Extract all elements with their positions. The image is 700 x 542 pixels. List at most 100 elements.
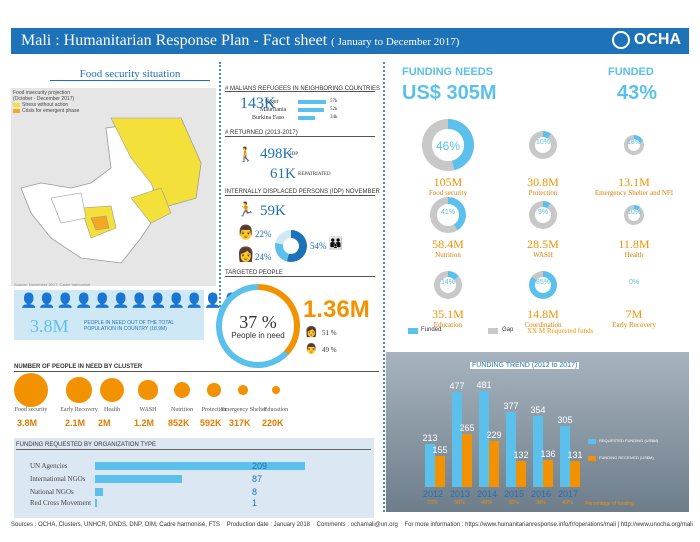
refugee-country-mauritania: Mauritania <box>260 107 287 113</box>
sector-name: WASH <box>533 251 553 259</box>
sector-donut-hole <box>534 206 552 224</box>
targeted-rule <box>225 276 375 277</box>
refugee-country-niger: Niger <box>265 99 279 105</box>
idp-women-pct: 24% <box>255 252 272 262</box>
sector-amount: 35.1M <box>432 307 464 321</box>
logo-text: OCHA <box>633 31 681 48</box>
mali-map <box>20 117 202 264</box>
food-security-title: Food security situation <box>50 68 210 81</box>
sector-donut-hole <box>534 276 552 294</box>
title-text: Mali : Humanitarian Response Plan - Fact… <box>21 32 328 49</box>
footer-date: Production date : January 2018 <box>226 522 310 528</box>
divider-right <box>383 62 385 512</box>
idp-men-pct: 22% <box>255 229 272 239</box>
sector-amount: 28.5M <box>527 237 559 251</box>
returned-repatriated-label: REPATRIATED <box>298 172 331 177</box>
targeted-pct-label: People in need <box>231 331 285 340</box>
refugee-bar-niger <box>298 100 326 104</box>
cluster-circle <box>138 380 158 400</box>
sector-pct: 46% <box>435 139 461 153</box>
trend-title: FUNDING TREND (2012 to 2017) <box>470 362 580 369</box>
people-in-need-text: PEOPLE IN NEED OUT OF THE TOTAL POPULATI… <box>84 320 174 332</box>
sector-pct: 18% <box>626 139 641 146</box>
cluster-value: 3.8M <box>17 418 38 428</box>
displaced-person-icon: 🏃 <box>237 203 255 218</box>
cluster-circle <box>99 377 125 403</box>
legend-swatch-yellow <box>13 103 20 107</box>
returned-rule <box>225 136 375 137</box>
cluster-label: Early Recovery <box>60 407 98 413</box>
sector-donut <box>529 201 557 229</box>
refugee-bar-mauritania <box>298 108 324 112</box>
man-icon: 👨 <box>237 226 255 241</box>
people-in-need-box: 👤👤👤👤👤👤👤👤👤👤👤👤 3.8M PEOPLE IN NEED OUT OF … <box>14 290 240 340</box>
globe-icon <box>611 31 630 49</box>
cluster-circle <box>271 385 281 395</box>
sector-amount: 11.8M <box>618 237 650 251</box>
legend-gap-swatch <box>488 328 498 334</box>
org-rule <box>16 449 371 450</box>
sector-donut <box>624 205 644 225</box>
footer-sources: Sources : OCHA, Clusters, UNHCR, DNDS, D… <box>11 522 220 528</box>
sector-donut-hole <box>628 139 640 151</box>
cluster-label: WASH <box>139 407 157 413</box>
refugees-rule <box>225 91 375 92</box>
sector-donut <box>529 271 557 299</box>
cluster-label: Education <box>263 407 289 413</box>
walking-person-icon: 🚶 <box>237 148 255 163</box>
sector-amount: 105M <box>433 175 463 189</box>
targeted-value: 1.36M <box>303 296 370 323</box>
cluster-circle <box>173 381 191 399</box>
idp-children-pct: 54% <box>310 241 327 251</box>
footer-more-info[interactable]: For more information : https://www.human… <box>404 522 692 528</box>
sector-name: Emergency Shelter and NFI <box>594 189 674 197</box>
sector-pct: 0% <box>628 279 640 286</box>
people-in-need-value: 3.8M <box>30 316 69 336</box>
sector-name: Nutrition <box>435 251 461 259</box>
sector-donut <box>529 131 557 159</box>
org-title: FUNDING REQUESTED BY ORGANIZATION TYPE <box>16 442 157 448</box>
sector-amount: 14.8M <box>527 307 559 321</box>
sector-pct: 10% <box>535 139 550 146</box>
sector-amount: 58.4M <box>432 237 464 251</box>
trend-legend-funded: FUNDING RECEIVED (US$M) <box>599 455 654 460</box>
cluster-circle <box>14 373 48 407</box>
refugee-country-burkina: Burkina Faso <box>252 115 285 121</box>
trend-legend-funded-swatch <box>588 456 596 461</box>
trend-legend-requested: REQUESTED FUNDING (US$M) <box>599 438 659 443</box>
sector-name: Health <box>624 251 644 259</box>
refugee-value-burkina: 34k <box>330 115 338 120</box>
cluster-value: 220K <box>262 418 284 428</box>
sector-donut-hole <box>432 129 464 161</box>
sector-donut-hole <box>534 136 552 154</box>
footer-comments[interactable]: Comments : ochamali@un.org <box>317 522 398 528</box>
legend-swatch-orange <box>13 109 20 113</box>
sector-amount: 30.8M <box>527 175 559 189</box>
sector-donut <box>434 271 462 299</box>
cluster-label: Emergency Shelter <box>221 407 267 413</box>
sector-donut-hole <box>437 204 459 226</box>
sector-donut-hole <box>439 276 457 294</box>
sector-donut <box>430 197 466 233</box>
sector-donut <box>624 135 644 155</box>
funded-title: FUNDED <box>608 66 654 78</box>
idp-donut <box>275 230 307 262</box>
footer: Sources : OCHA, Clusters, UNHCR, DNDS, D… <box>11 522 693 528</box>
sector-donut <box>422 119 474 171</box>
trend-pct-label: Percentage of funding <box>585 501 634 507</box>
female-icon: 👩 <box>305 327 318 338</box>
legend-item-crisis: Crisis for emergent phase <box>13 108 79 114</box>
legend-requested: XX M Requested funds <box>527 327 594 335</box>
header-bar: Mali : Humanitarian Response Plan - Fact… <box>11 28 689 54</box>
idp-value: 59K <box>260 203 286 219</box>
sector-pct: 41% <box>440 209 455 216</box>
idp-rule <box>225 195 375 196</box>
returned-repatriated-value: 61K <box>270 166 296 182</box>
people-icons-row: 👤👤👤👤👤👤👤👤👤👤👤👤 <box>20 294 242 309</box>
cluster-label: Nutrition <box>171 407 193 413</box>
cluster-circle <box>207 383 221 397</box>
male-icon: 👨 <box>305 344 318 355</box>
funded-value: 43% <box>617 82 658 104</box>
cluster-label: Food security <box>14 407 48 413</box>
cluster-value: 2.1M <box>65 418 86 428</box>
